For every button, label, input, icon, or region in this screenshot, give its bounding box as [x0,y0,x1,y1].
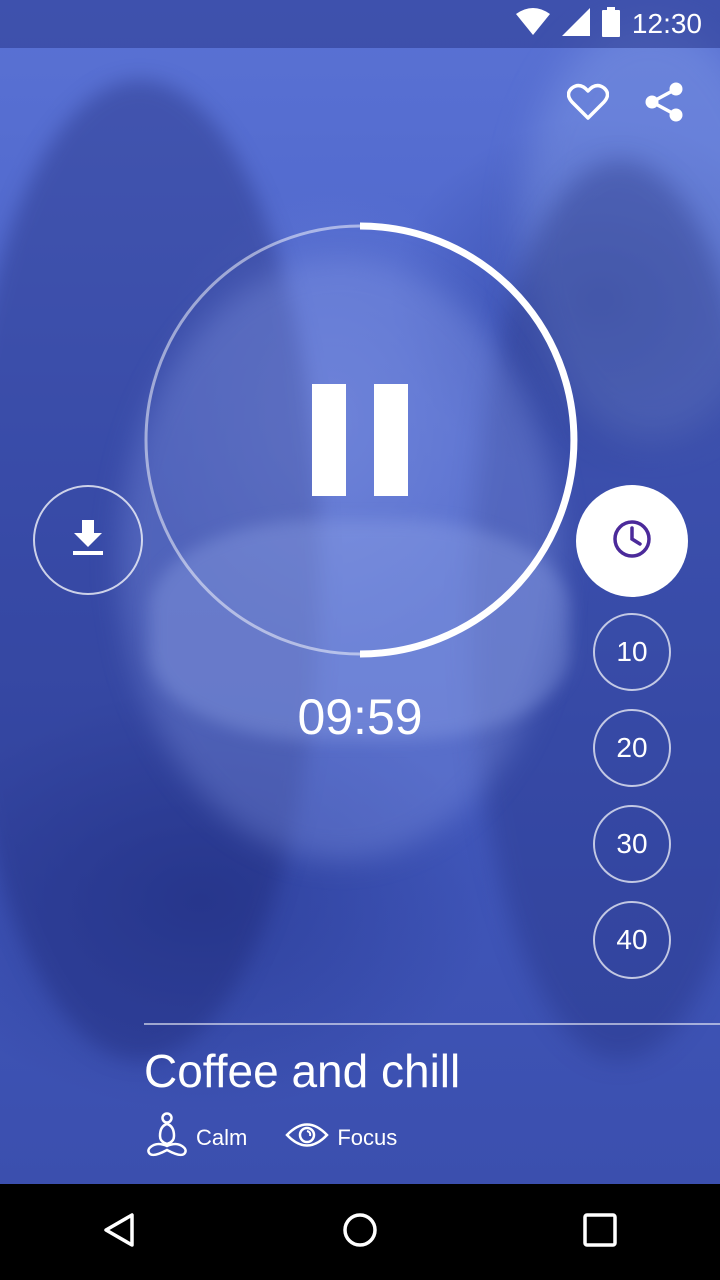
tag-focus[interactable]: Focus [285,1120,397,1156]
timer-option-20[interactable]: 20 [593,709,671,787]
eye-icon [285,1120,330,1156]
recents-icon [583,1213,617,1251]
home-icon [342,1212,378,1252]
nav-recents-button[interactable] [552,1184,648,1280]
top-actions [566,82,686,126]
clock-icon [611,518,653,564]
cell-signal-icon [561,8,590,40]
share-icon [644,81,684,127]
tag-calm[interactable]: Calm [146,1112,247,1164]
divider [144,1023,720,1025]
battery-icon [601,7,620,41]
nav-home-button[interactable] [312,1184,408,1280]
timer-option-10[interactable]: 10 [593,613,671,691]
track-tags: Calm Focus [146,1112,397,1164]
meditation-icon [146,1112,188,1164]
download-button[interactable] [33,485,143,595]
status-bar: 12:30 [0,0,720,48]
heart-icon [566,83,610,125]
status-time: 12:30 [631,8,702,39]
wifi-icon [515,8,550,40]
navigation-bar [0,1184,720,1280]
download-icon [71,520,105,560]
nav-back-button[interactable] [72,1184,168,1280]
sleep-timer-button[interactable] [576,485,688,597]
tag-label: Calm [196,1125,248,1150]
pause-button[interactable] [290,370,430,510]
tag-label: Focus [337,1125,398,1150]
track-title: Coffee and chill [144,1045,461,1097]
back-icon [102,1212,138,1252]
timer-option-40[interactable]: 40 [593,901,671,979]
player-screen: 12:30 09:59 10 20 30 40 Coffee and chill… [0,0,720,1184]
share-button[interactable] [642,82,686,126]
favorite-button[interactable] [566,82,610,126]
timer-option-30[interactable]: 30 [593,805,671,883]
